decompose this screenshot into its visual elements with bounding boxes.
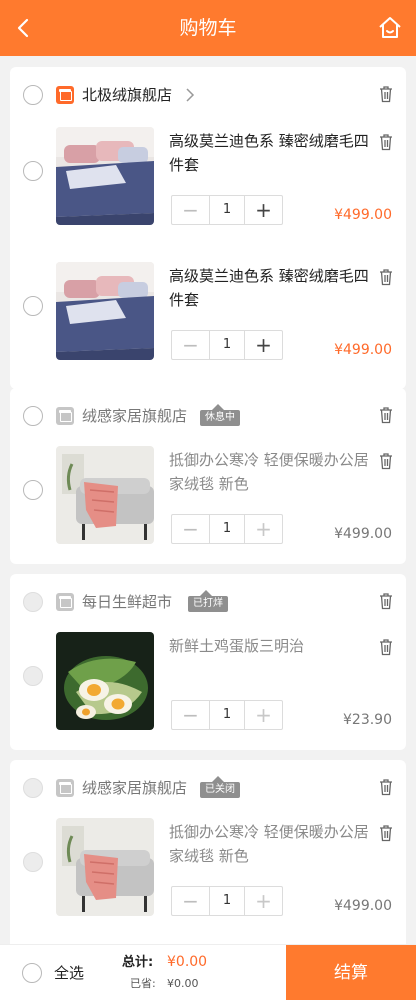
product-image[interactable]	[56, 446, 154, 544]
shop-name[interactable]: 每日生鲜超市	[82, 591, 172, 613]
shop-card: 北极绒旗舰店 高级莫兰迪色系 臻密绒磨毛四件套 − 1 + ¥499.00 高级…	[10, 67, 406, 389]
product-title[interactable]: 抵御办公寒冷 轻便保暖办公居家绒毯 新色	[169, 448, 369, 496]
store-icon	[56, 407, 74, 425]
shop-header: 每日生鲜超市 已打烊	[10, 574, 406, 630]
total-label: 总计:	[122, 955, 154, 970]
trash-icon[interactable]	[378, 268, 394, 286]
item-select-checkbox[interactable]	[23, 852, 43, 872]
product-price: ¥499.00	[334, 207, 392, 223]
trash-icon[interactable]	[378, 133, 394, 151]
shop-header: 绒感家居旗舰店 已关闭	[10, 760, 406, 816]
top-nav-bar: 购物车	[0, 0, 416, 56]
product-price: ¥499.00	[334, 342, 392, 358]
product-title[interactable]: 高级莫兰迪色系 臻密绒磨毛四件套	[169, 264, 369, 312]
shop-card: 每日生鲜超市 已打烊 新鲜土鸡蛋版三明治 − 1 + ¥23.90	[10, 574, 406, 750]
quantity-stepper: − 1 +	[171, 514, 283, 544]
increase-button[interactable]: +	[245, 887, 282, 915]
product-image[interactable]	[56, 262, 154, 360]
decrease-button[interactable]: −	[172, 515, 209, 543]
quantity-value[interactable]: 1	[209, 515, 245, 543]
quantity-stepper: − 1 +	[171, 700, 283, 730]
decrease-button[interactable]: −	[172, 196, 209, 224]
quantity-stepper: − 1 +	[171, 886, 283, 916]
increase-button[interactable]: +	[245, 196, 282, 224]
quantity-value[interactable]: 1	[209, 887, 245, 915]
shop-name[interactable]: 绒感家居旗舰店	[82, 405, 187, 427]
checkout-bar: 全选 总计: ¥0.00 已省: ¥0.00 结算	[0, 944, 416, 1000]
home-icon[interactable]	[376, 14, 404, 42]
cart-item: 抵御办公寒冷 轻便保暖办公居家绒毯 新色 − 1 + ¥499.00	[10, 818, 406, 938]
item-select-checkbox[interactable]	[23, 296, 43, 316]
cart-list[interactable]: 北极绒旗舰店 高级莫兰迪色系 臻密绒磨毛四件套 − 1 + ¥499.00 高级…	[0, 56, 416, 944]
item-select-checkbox[interactable]	[23, 480, 43, 500]
shop-card: 绒感家居旗舰店 已关闭 抵御办公寒冷 轻便保暖办公居家绒毯 新色 − 1 + ¥…	[10, 760, 406, 944]
increase-button[interactable]: +	[245, 701, 282, 729]
trash-icon[interactable]	[378, 452, 394, 470]
shop-header: 北极绒旗舰店	[10, 67, 406, 123]
trash-icon[interactable]	[378, 85, 394, 103]
store-icon	[56, 593, 74, 611]
product-image[interactable]	[56, 127, 154, 225]
product-title[interactable]: 新鲜土鸡蛋版三明治	[169, 634, 369, 658]
store-icon	[56, 86, 74, 104]
select-all-checkbox[interactable]	[22, 963, 42, 983]
shop-header: 绒感家居旗舰店 休息中	[10, 388, 406, 444]
quantity-stepper: − 1 +	[171, 330, 283, 360]
shop-select-checkbox[interactable]	[23, 592, 43, 612]
cart-item: 抵御办公寒冷 轻便保暖办公居家绒毯 新色 − 1 + ¥499.00	[10, 446, 406, 566]
product-title[interactable]: 抵御办公寒冷 轻便保暖办公居家绒毯 新色	[169, 820, 369, 868]
product-title[interactable]: 高级莫兰迪色系 臻密绒磨毛四件套	[169, 129, 369, 177]
shop-card: 绒感家居旗舰店 休息中 抵御办公寒冷 轻便保暖办公居家绒毯 新色 − 1 + ¥…	[10, 388, 406, 564]
increase-button[interactable]: +	[245, 515, 282, 543]
saved-value: ¥0.00	[167, 977, 199, 990]
shop-name[interactable]: 绒感家居旗舰店	[82, 777, 187, 799]
quantity-value[interactable]: 1	[209, 701, 245, 729]
trash-icon[interactable]	[378, 778, 394, 796]
product-price: ¥499.00	[334, 898, 392, 914]
quantity-value[interactable]: 1	[209, 331, 245, 359]
trash-icon[interactable]	[378, 406, 394, 424]
cart-item: 高级莫兰迪色系 臻密绒磨毛四件套 − 1 + ¥499.00	[10, 127, 406, 247]
cart-item: 高级莫兰迪色系 臻密绒磨毛四件套 − 1 + ¥499.00	[10, 262, 406, 382]
quantity-stepper: − 1 +	[171, 195, 283, 225]
saved-label: 已省:	[130, 977, 156, 990]
item-select-checkbox[interactable]	[23, 161, 43, 181]
trash-icon[interactable]	[378, 592, 394, 610]
decrease-button[interactable]: −	[172, 887, 209, 915]
store-icon	[56, 779, 74, 797]
page-title: 购物车	[179, 17, 237, 39]
chevron-right-icon[interactable]	[183, 86, 197, 104]
select-all-label[interactable]: 全选	[54, 962, 84, 984]
product-image[interactable]	[56, 818, 154, 916]
decrease-button[interactable]: −	[172, 331, 209, 359]
shop-select-checkbox[interactable]	[23, 406, 43, 426]
total-value: ¥0.00	[167, 954, 208, 970]
increase-button[interactable]: +	[245, 331, 282, 359]
shop-select-checkbox[interactable]	[23, 85, 43, 105]
decrease-button[interactable]: −	[172, 701, 209, 729]
quantity-value[interactable]: 1	[209, 196, 245, 224]
product-price: ¥499.00	[334, 526, 392, 542]
checkout-button[interactable]: 结算	[286, 945, 416, 1000]
product-image[interactable]	[56, 632, 154, 730]
shop-select-checkbox[interactable]	[23, 778, 43, 798]
trash-icon[interactable]	[378, 824, 394, 842]
trash-icon[interactable]	[378, 638, 394, 656]
product-price: ¥23.90	[343, 712, 392, 728]
cart-item: 新鲜土鸡蛋版三明治 − 1 + ¥23.90	[10, 632, 406, 752]
item-select-checkbox[interactable]	[23, 666, 43, 686]
shop-name[interactable]: 北极绒旗舰店	[82, 84, 172, 106]
